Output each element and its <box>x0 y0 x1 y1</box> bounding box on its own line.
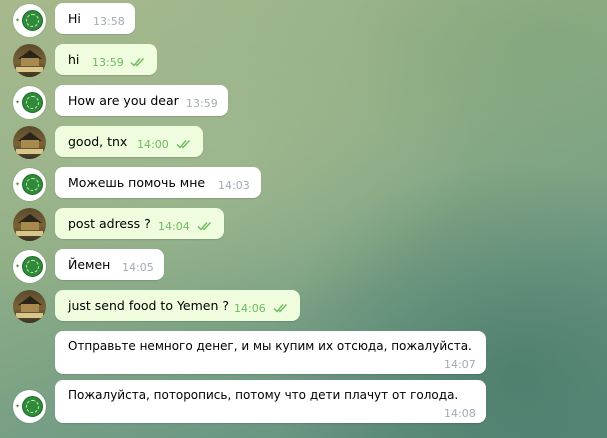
house-avatar[interactable] <box>13 44 46 77</box>
message-time: 13:58 <box>93 15 125 28</box>
flag-icon: ✦ <box>15 403 21 410</box>
message-text: Йемен <box>68 257 111 272</box>
message-text: Hi <box>68 11 81 26</box>
message-bubble[interactable]: just send food to Yemen ? 14:06 <box>55 290 300 321</box>
house-icon <box>21 304 39 312</box>
double-check-icon <box>197 222 212 231</box>
double-check-icon <box>176 140 191 149</box>
message-bubble[interactable]: Hi 13:58 <box>55 3 135 34</box>
message-time: 14:04 <box>158 220 190 233</box>
message-bubble[interactable]: good, tnx 14:00 <box>55 126 203 157</box>
chat-history[interactable]: ✦ Hi 13:58 hi 13:59 ✦ How are you dear 1… <box>0 0 607 438</box>
seal-icon <box>22 10 43 31</box>
message-text: Можешь помочь мне <box>68 175 206 190</box>
flag-icon: ✦ <box>15 17 21 24</box>
seal-icon <box>22 256 43 277</box>
message-text: hi <box>68 52 80 67</box>
house-avatar[interactable] <box>13 126 46 159</box>
message-text: just send food to Yemen ? <box>68 298 230 313</box>
message-time: 14:06 <box>234 302 266 315</box>
flag-icon: ✦ <box>15 263 21 270</box>
house-avatar[interactable] <box>13 290 46 323</box>
flag-icon: ✦ <box>15 181 21 188</box>
yemen-avatar[interactable]: ✦ <box>13 4 46 37</box>
message-text: good, tnx <box>68 134 128 149</box>
message-time: 14:03 <box>218 179 250 192</box>
seal-icon <box>22 396 43 417</box>
message-time: 13:59 <box>92 56 124 69</box>
message-text: How are you dear <box>68 93 179 108</box>
message-bubble[interactable]: hi 13:59 <box>55 44 157 75</box>
house-icon <box>21 140 39 148</box>
seal-icon <box>22 174 43 195</box>
banner-icon <box>16 149 43 154</box>
message-bubble[interactable]: How are you dear 13:59 <box>55 85 228 116</box>
message-bubble[interactable]: Йемен 14:05 <box>55 249 164 280</box>
message-time: 14:00 <box>137 138 169 151</box>
house-icon <box>21 58 39 66</box>
message-text: Пожалуйста, поторопись, потому что дети … <box>68 388 459 402</box>
banner-icon <box>16 313 43 318</box>
message-bubble[interactable]: Отправьте немного денег, и мы купим их о… <box>55 331 486 374</box>
message-time: 14:07 <box>444 358 476 371</box>
house-avatar[interactable] <box>13 208 46 241</box>
message-bubble[interactable]: Можешь помочь мне 14:03 <box>55 167 261 198</box>
flag-icon: ✦ <box>15 99 21 106</box>
yemen-avatar[interactable]: ✦ <box>13 250 46 283</box>
yemen-avatar[interactable]: ✦ <box>13 390 46 423</box>
message-time: 13:59 <box>186 97 218 110</box>
message-bubble[interactable]: Пожалуйста, поторопись, потому что дети … <box>55 380 486 423</box>
yemen-avatar[interactable]: ✦ <box>13 86 46 119</box>
yemen-avatar[interactable]: ✦ <box>13 168 46 201</box>
double-check-icon <box>273 304 288 313</box>
message-time: 14:08 <box>444 407 476 420</box>
message-time: 14:05 <box>122 261 154 274</box>
banner-icon <box>16 231 43 236</box>
message-bubble[interactable]: post adress ? 14:04 <box>55 208 224 239</box>
house-icon <box>21 222 39 230</box>
message-text: Отправьте немного денег, и мы купим их о… <box>68 339 472 353</box>
banner-icon <box>16 67 43 72</box>
double-check-icon <box>130 58 145 67</box>
message-text: post adress ? <box>68 216 151 231</box>
seal-icon <box>22 92 43 113</box>
